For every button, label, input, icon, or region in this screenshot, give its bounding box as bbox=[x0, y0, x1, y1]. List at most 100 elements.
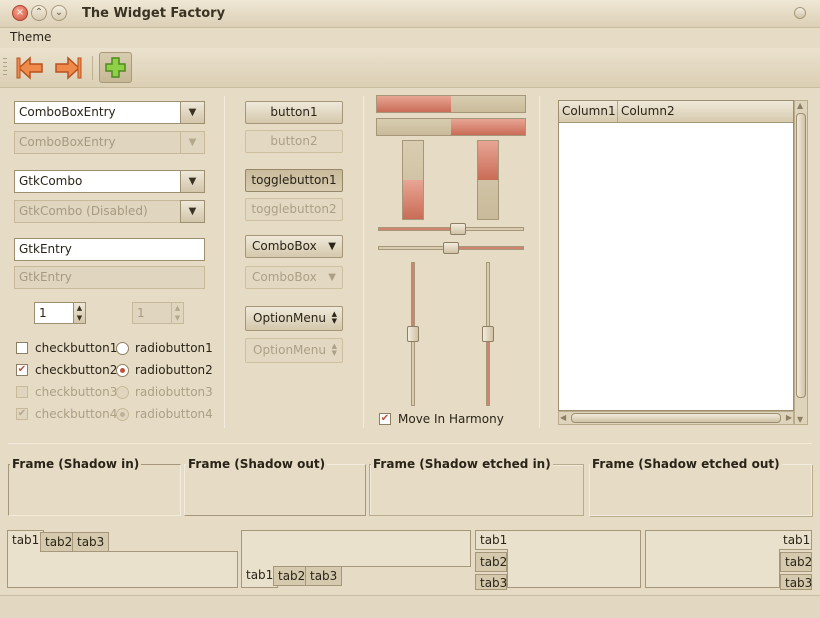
tab-right-3[interactable]: tab3 bbox=[780, 574, 812, 590]
spin-arrows-icon: ▲ ▼ bbox=[171, 302, 184, 324]
maximize-icon[interactable]: ⌄ bbox=[51, 5, 67, 21]
frame-shadow-out-title: Frame (Shadow out) bbox=[186, 457, 328, 471]
spin-arrows-icon[interactable]: ▲ ▼ bbox=[73, 302, 86, 324]
gtkcombo-input[interactable]: GtkCombo bbox=[14, 170, 181, 193]
checkbutton4-box: ✔ bbox=[16, 408, 28, 420]
progressbar-vertical-1 bbox=[402, 140, 424, 220]
radiobutton3-circle bbox=[116, 386, 129, 399]
togglebutton1[interactable]: togglebutton1 bbox=[245, 169, 343, 192]
horizontal-scroll-thumb[interactable] bbox=[571, 413, 781, 423]
radiobutton1-label[interactable]: radiobutton1 bbox=[135, 341, 213, 355]
go-back-icon[interactable] bbox=[16, 54, 46, 82]
combobox-button[interactable]: ComboBox ▼ bbox=[245, 235, 343, 258]
scale-fill bbox=[412, 263, 414, 334]
scroll-right-icon[interactable]: ▶ bbox=[786, 413, 792, 422]
radiobutton2-label[interactable]: radiobutton2 bbox=[135, 363, 213, 377]
radiobutton1-circle[interactable] bbox=[116, 342, 129, 355]
window-title: The Widget Factory bbox=[82, 6, 226, 21]
chevron-down-icon: ▼ bbox=[180, 200, 205, 223]
menu-theme[interactable]: Theme bbox=[10, 30, 51, 44]
frame-shadow-etched-in bbox=[369, 464, 584, 516]
checkbutton2-box[interactable]: ✔ bbox=[16, 364, 28, 376]
checkbutton2-label[interactable]: checkbutton2 bbox=[35, 363, 117, 377]
spin-disabled-input: 1 bbox=[132, 302, 172, 324]
vscale-1-thumb[interactable] bbox=[407, 326, 419, 342]
combobox-label: ComboBox bbox=[252, 239, 317, 253]
toolbar-separator bbox=[92, 56, 93, 80]
frame-shadow-etched-out-title: Frame (Shadow etched out) bbox=[590, 457, 782, 471]
optionmenu-button[interactable]: OptionMenu ▲ ▼ bbox=[245, 306, 343, 331]
tab-left-3[interactable]: tab3 bbox=[475, 574, 507, 590]
spin-input[interactable]: 1 bbox=[34, 302, 74, 324]
horizontal-scrollbar[interactable]: ◀ ▶ bbox=[558, 411, 794, 425]
tab-right-2[interactable]: tab2 bbox=[780, 552, 812, 572]
optionmenu-label: OptionMenu bbox=[253, 311, 326, 325]
checkbutton1-label[interactable]: checkbutton1 bbox=[35, 341, 117, 355]
comboboxentry-disabled-input: ComboBoxEntry bbox=[14, 131, 181, 154]
tree-view[interactable]: Column1 Column2 bbox=[558, 100, 794, 411]
chevron-down-icon[interactable]: ▼ bbox=[180, 101, 205, 124]
chevron-down-icon: ▼ bbox=[328, 272, 336, 283]
togglebutton2: togglebutton2 bbox=[245, 198, 343, 221]
chevron-down-icon[interactable]: ▼ bbox=[180, 170, 205, 193]
frame-shadow-out bbox=[184, 464, 366, 516]
progressbar-horizontal-1 bbox=[376, 95, 526, 113]
frame-shadow-in bbox=[8, 464, 181, 516]
tab-bottom-3[interactable]: tab3 bbox=[305, 566, 343, 586]
minimize-icon[interactable]: ⌃ bbox=[31, 5, 47, 21]
go-forward-icon[interactable] bbox=[52, 54, 82, 82]
tab-left-1[interactable]: tab1 bbox=[475, 530, 508, 550]
comboboxentry-input[interactable]: ComboBoxEntry bbox=[14, 101, 181, 124]
chevron-down-icon: ▼ bbox=[180, 131, 205, 154]
checkbutton1-box[interactable] bbox=[16, 342, 28, 354]
gtkentry-disabled-input: GtkEntry bbox=[14, 266, 205, 289]
scroll-down-icon[interactable]: ▼ bbox=[797, 415, 803, 424]
optionmenu-disabled-button: OptionMenu ▲ ▼ bbox=[245, 338, 343, 363]
scale-fill bbox=[451, 247, 523, 249]
status-bar bbox=[0, 595, 820, 618]
tab-left-2[interactable]: tab2 bbox=[475, 552, 507, 572]
frame-shadow-etched-out bbox=[589, 464, 812, 516]
combobox-disabled-label: ComboBox bbox=[252, 270, 317, 284]
progress-fill bbox=[451, 119, 525, 135]
gtkentry-input[interactable]: GtkEntry bbox=[14, 238, 205, 261]
menu-bar: Theme bbox=[0, 28, 820, 48]
progress-fill bbox=[478, 141, 498, 180]
updown-arrows-icon: ▲ ▼ bbox=[331, 342, 337, 357]
tab-top-1[interactable]: tab1 bbox=[7, 530, 45, 552]
add-icon bbox=[105, 57, 126, 78]
column1-header[interactable]: Column1 bbox=[559, 101, 618, 122]
radiobutton4-circle bbox=[116, 408, 129, 421]
scale-fill bbox=[379, 228, 459, 230]
harmony-label[interactable]: Move In Harmony bbox=[398, 412, 504, 426]
column-separator bbox=[224, 96, 225, 428]
column2-header[interactable]: Column2 bbox=[618, 101, 793, 122]
vertical-scrollbar[interactable]: ▲ ▼ bbox=[794, 100, 808, 425]
tab-right-1[interactable]: tab1 bbox=[779, 530, 812, 550]
section-separator bbox=[8, 443, 812, 444]
checkbutton3-box bbox=[16, 386, 28, 398]
title-bar: × ⌃ ⌄ The Widget Factory bbox=[0, 0, 820, 28]
window-menu-icon[interactable] bbox=[794, 7, 806, 19]
chevron-down-icon: ▼ bbox=[328, 241, 336, 252]
checkbutton4-label: checkbutton4 bbox=[35, 407, 118, 421]
vscale-2-thumb[interactable] bbox=[482, 326, 494, 342]
toolbar-grip-icon[interactable] bbox=[3, 58, 7, 78]
column-separator bbox=[539, 96, 540, 428]
scroll-left-icon[interactable]: ◀ bbox=[560, 413, 566, 422]
harmony-checkbox[interactable]: ✔ bbox=[379, 413, 391, 425]
gtkcombo-disabled-input: GtkCombo (Disabled) bbox=[14, 200, 181, 223]
toolbar bbox=[0, 48, 820, 88]
scroll-up-icon[interactable]: ▲ bbox=[797, 101, 803, 110]
button1[interactable]: button1 bbox=[245, 101, 343, 124]
vertical-scroll-thumb[interactable] bbox=[796, 113, 806, 398]
notebook-left bbox=[507, 530, 641, 588]
hscale-2-thumb[interactable] bbox=[443, 242, 459, 254]
column-separator bbox=[363, 96, 364, 428]
add-button[interactable] bbox=[99, 52, 132, 83]
hscale-1-thumb[interactable] bbox=[450, 223, 467, 235]
tab-top-3[interactable]: tab3 bbox=[72, 532, 110, 552]
radiobutton2-circle[interactable] bbox=[116, 364, 129, 377]
close-icon[interactable]: × bbox=[12, 5, 28, 21]
frame-shadow-in-title: Frame (Shadow in) bbox=[10, 457, 142, 471]
